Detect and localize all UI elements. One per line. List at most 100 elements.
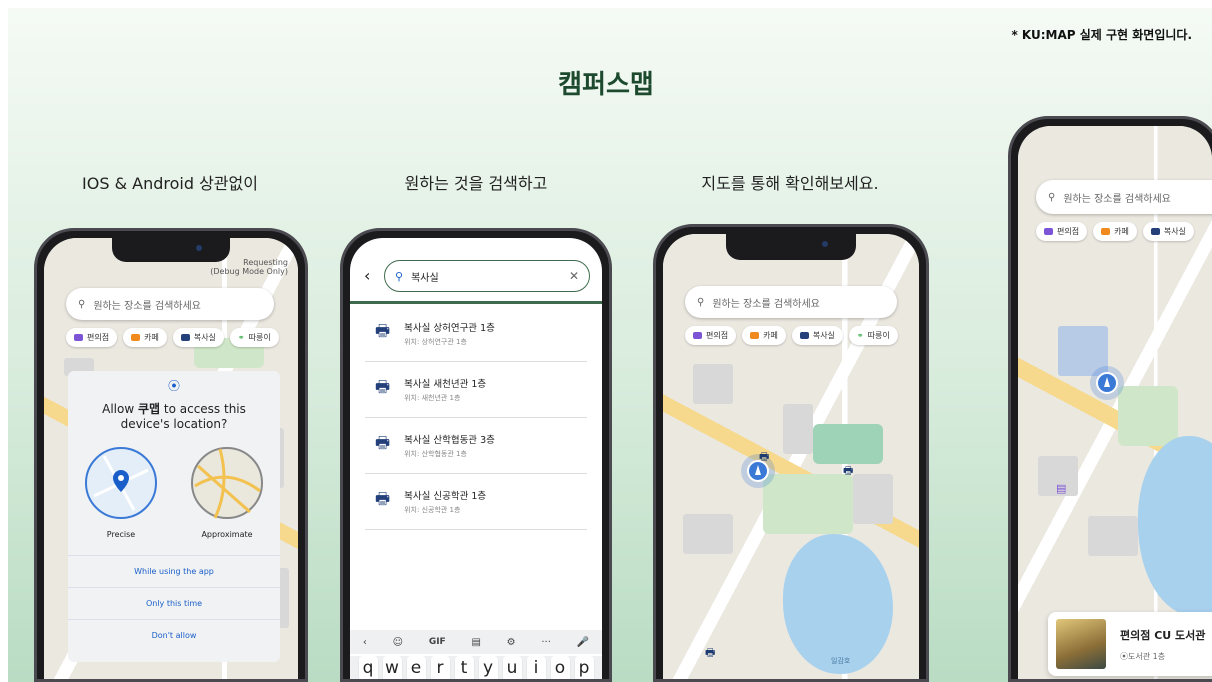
- phone-permission: Requesting (Debug Mode Only) ⚲ 원하는 장소를 검…: [34, 228, 308, 682]
- implementation-note: * KU:MAP 실제 구현 화면입니다.: [1011, 28, 1192, 42]
- dont-allow-button[interactable]: Don't allow: [68, 619, 280, 651]
- key-o[interactable]: o: [550, 656, 570, 679]
- caption-2: 원하는 것을 검색하고: [404, 174, 548, 193]
- location-permission-dialog: ⦿ Allow 쿠맵 to access this device's locat…: [68, 371, 280, 662]
- bike-icon: ⚭: [856, 331, 864, 340]
- result-item[interactable]: 🖶 복사실 상허연구관 1층 위치: 상허연구관 1층: [365, 306, 587, 362]
- current-location-icon: [1096, 372, 1118, 394]
- chip-convenience[interactable]: 편의점: [685, 326, 737, 345]
- search-placeholder: 원하는 장소를 검색하세요: [1063, 193, 1171, 205]
- phone-screen: 일감호 ⚲ 원하는 장소를 검색하세요 편의점 카페 복사실 ⚭ 따릉이 🖶 🖶 …: [663, 234, 919, 679]
- store-icon: [1044, 228, 1053, 235]
- caption-3: 지도를 통해 확인해보세요.: [701, 174, 879, 193]
- store-icon: [693, 332, 702, 339]
- chip-copy[interactable]: 복사실: [791, 326, 843, 345]
- result-item[interactable]: 🖶 복사실 새천년관 1층 위치: 새천년관 1층: [365, 362, 587, 418]
- cup-icon: [131, 334, 141, 341]
- printer-icon: 🖶: [375, 321, 391, 340]
- search-icon: ⚲: [78, 298, 86, 310]
- chip-convenience[interactable]: 편의점: [66, 328, 118, 347]
- printer-icon: [180, 334, 190, 341]
- only-this-time-button[interactable]: Only this time: [68, 587, 280, 619]
- category-chips: 편의점 카페 복사실: [1036, 222, 1194, 241]
- key-i[interactable]: i: [526, 656, 546, 679]
- chip-cafe[interactable]: 카페: [123, 328, 167, 347]
- chip-cafe[interactable]: 카페: [1093, 222, 1137, 241]
- phone-screen: ‹ ⚲ 복사실 ✕ 🖶 복사실 상허연구관 1층 위치: 상허연구관 1층 🖶 복…: [350, 238, 602, 679]
- printer-marker-icon[interactable]: 🖶: [759, 448, 769, 467]
- key-y[interactable]: y: [478, 656, 498, 679]
- chip-cafe[interactable]: 카페: [742, 326, 786, 345]
- category-chips: 편의점 카페 복사실 ⚭ 따릉이: [66, 328, 279, 347]
- search-icon: ⚲: [697, 296, 705, 308]
- search-icon: ⚲: [395, 269, 404, 283]
- place-photo: [1056, 619, 1106, 669]
- chip-bike[interactable]: ⚭ 따릉이: [229, 328, 279, 347]
- precise-map-icon: [85, 447, 157, 519]
- while-using-app-button[interactable]: While using the app: [68, 555, 280, 587]
- keyboard-keys: q w e r t y u i o p: [350, 656, 602, 679]
- bike-icon: ⚭: [237, 333, 245, 342]
- search-icon: ⚲: [1048, 191, 1056, 203]
- dialog-title: Allow 쿠맵 to access this device's locatio…: [102, 402, 246, 431]
- key-t[interactable]: t: [454, 656, 474, 679]
- keyboard-back-icon[interactable]: ‹: [363, 637, 367, 648]
- store-icon: [74, 334, 83, 341]
- place-title: 편의점 CU 도서관: [1120, 628, 1206, 642]
- gif-button[interactable]: GIF: [429, 637, 446, 647]
- clear-icon[interactable]: ✕: [569, 269, 579, 283]
- clipboard-icon[interactable]: ▤: [471, 637, 480, 648]
- search-input[interactable]: ⚲ 원하는 장소를 검색하세요: [685, 286, 897, 318]
- phone-screen: ⚲ 원하는 장소를 검색하세요 편의점 카페 복사실 ▤ 편의점 CU 도서관 …: [1018, 126, 1212, 679]
- phone-notch: [726, 234, 856, 260]
- phone-map: 일감호 ⚲ 원하는 장소를 검색하세요 편의점 카페 복사실 ⚭ 따릉이 🖶 🖶 …: [653, 224, 929, 682]
- chip-copy[interactable]: 복사실: [1142, 222, 1194, 241]
- printer-icon: 🖶: [375, 377, 391, 396]
- location-pin-icon: ⦿: [1120, 651, 1128, 661]
- printer-icon: [1150, 228, 1160, 235]
- search-input[interactable]: ⚲ 원하는 장소를 검색하세요: [66, 288, 274, 320]
- cup-icon: [1101, 228, 1111, 235]
- back-arrow-icon[interactable]: ‹: [364, 266, 370, 285]
- printer-marker-icon[interactable]: 🖶: [843, 462, 853, 481]
- printer-icon: [799, 332, 809, 339]
- phone-notch: [112, 238, 230, 262]
- search-header: ‹ ⚲ 복사실 ✕: [350, 238, 602, 304]
- search-input[interactable]: ⚲ 복사실 ✕: [384, 260, 590, 292]
- settings-gear-icon[interactable]: ⚙: [507, 637, 516, 648]
- cup-icon: [750, 332, 760, 339]
- location-pin-icon: ⦿: [167, 379, 180, 393]
- key-q[interactable]: q: [358, 656, 378, 679]
- store-marker-icon[interactable]: ▤: [1056, 482, 1066, 495]
- emoji-icon[interactable]: ☺: [393, 637, 403, 648]
- search-placeholder: 원하는 장소를 검색하세요: [712, 298, 820, 310]
- result-item[interactable]: 🖶 복사실 신공학관 1층 위치: 신공학관 1층: [365, 474, 587, 530]
- printer-marker-icon[interactable]: 🖶: [705, 644, 715, 663]
- search-query: 복사실: [411, 272, 439, 284]
- more-icon[interactable]: ···: [541, 637, 551, 648]
- chip-copy[interactable]: 복사실: [172, 328, 224, 347]
- place-location: ⦿도서관 1층: [1120, 651, 1166, 661]
- key-e[interactable]: e: [406, 656, 426, 679]
- microphone-icon[interactable]: 🎤: [577, 637, 589, 648]
- result-item[interactable]: 🖶 복사실 산학협동관 3층 위치: 산학협동관 1층: [365, 418, 587, 474]
- chip-bike[interactable]: ⚭ 따릉이: [848, 326, 898, 345]
- key-u[interactable]: u: [502, 656, 522, 679]
- approximate-map-icon: [191, 447, 263, 519]
- keyboard-toolbar: ‹ ☺ GIF ▤ ⚙ ··· 🎤: [350, 630, 602, 654]
- printer-icon: 🖶: [375, 433, 391, 452]
- place-card[interactable]: 편의점 CU 도서관 ⦿도서관 1층: [1048, 612, 1212, 676]
- page-title: 캠퍼스맵: [558, 70, 654, 100]
- key-p[interactable]: p: [574, 656, 594, 679]
- approximate-option[interactable]: Approximate: [190, 446, 264, 539]
- search-placeholder: 원하는 장소를 검색하세요: [93, 300, 201, 312]
- key-r[interactable]: r: [430, 656, 450, 679]
- key-w[interactable]: w: [382, 656, 402, 679]
- search-input[interactable]: ⚲ 원하는 장소를 검색하세요: [1036, 180, 1212, 214]
- printer-icon: 🖶: [375, 489, 391, 508]
- precise-option[interactable]: Precise: [84, 446, 158, 539]
- phone-screen: Requesting (Debug Mode Only) ⚲ 원하는 장소를 검…: [44, 238, 298, 679]
- chip-convenience[interactable]: 편의점: [1036, 222, 1088, 241]
- caption-1: IOS & Android 상관없이: [82, 174, 258, 193]
- lake-label: 일감호: [831, 657, 851, 665]
